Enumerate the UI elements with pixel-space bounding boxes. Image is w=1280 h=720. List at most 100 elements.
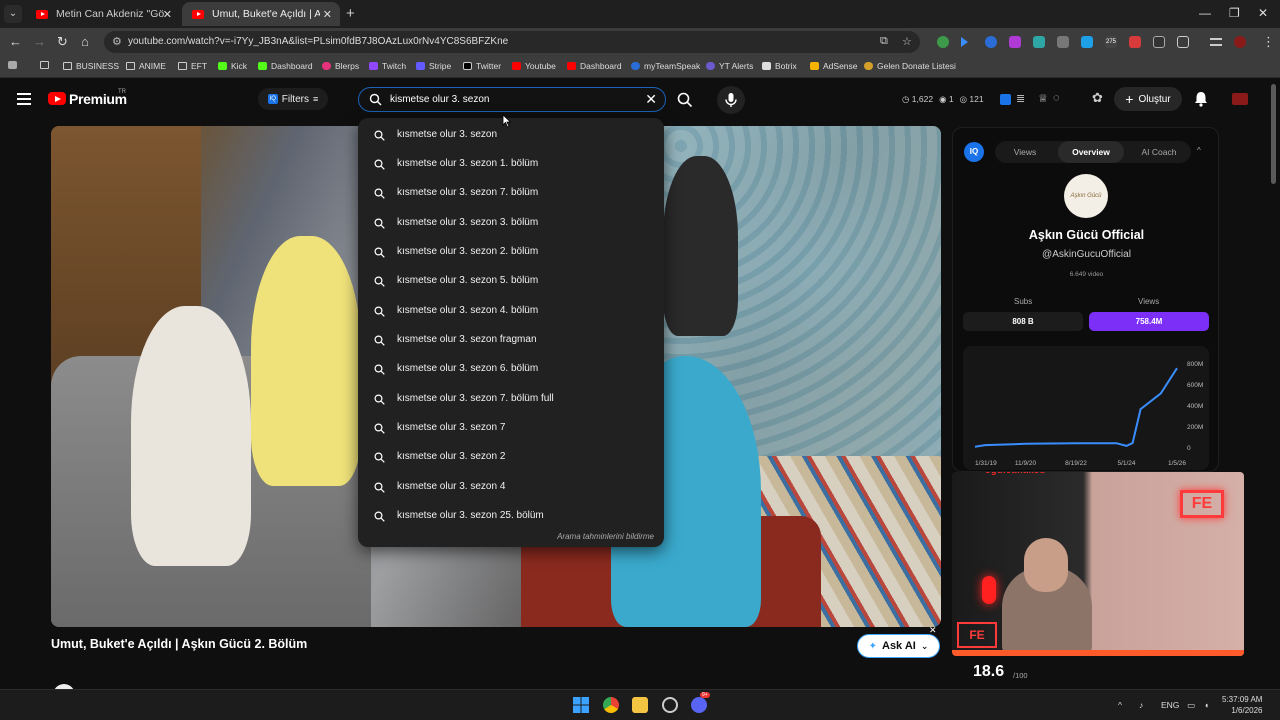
windows-start-icon[interactable] xyxy=(573,697,589,713)
apps-grid-icon[interactable] xyxy=(8,61,21,69)
bookmark-link[interactable]: Blerps xyxy=(322,61,359,71)
url-text[interactable]: youtube.com/watch?v=-i7Yy_JB3nA&list=PLs… xyxy=(128,36,508,47)
reading-list-icon[interactable] xyxy=(1210,38,1222,46)
minimize-window-button[interactable]: — xyxy=(1199,6,1211,20)
suggestion-item[interactable]: kısmetse olur 3. sezon fragman xyxy=(358,325,664,354)
extension-icon[interactable] xyxy=(961,37,968,47)
browser-menu-icon[interactable]: ⋮ xyxy=(1262,34,1275,50)
suggestion-item[interactable]: kısmetse olur 3. sezon 2. bölüm xyxy=(358,237,664,266)
search-button[interactable] xyxy=(672,87,698,113)
bookmark-link[interactable]: Twitch xyxy=(369,61,406,71)
suggestion-item[interactable]: kısmetse olur 3. sezon 6. bölüm xyxy=(358,354,664,383)
notifications-button[interactable] xyxy=(1193,90,1209,113)
bookmark-link[interactable]: myTeamSpeak xyxy=(631,61,700,71)
bookmark-link[interactable]: Botrix xyxy=(762,61,797,71)
bookmark-link[interactable]: Kick xyxy=(218,61,247,71)
address-bar[interactable]: ⚙ youtube.com/watch?v=-i7Yy_JB3nA&list=P… xyxy=(104,31,920,53)
suggestion-item[interactable]: kısmetse olur 3. sezon 4 xyxy=(358,472,664,501)
forward-arrow-icon[interactable]: → xyxy=(33,34,46,49)
back-arrow-icon[interactable]: ← xyxy=(9,34,22,49)
bookmark-link[interactable]: Twitter xyxy=(463,61,501,71)
volume-icon[interactable]: ◖ xyxy=(1204,700,1209,710)
account-avatar[interactable] xyxy=(1232,93,1248,105)
close-window-button[interactable]: ✕ xyxy=(1258,6,1268,20)
discord-icon[interactable]: 9+ xyxy=(691,692,710,713)
tab-ai-coach[interactable]: AI Coach xyxy=(1127,141,1191,163)
bookmark-link[interactable]: Dashboard xyxy=(567,61,622,71)
list-icon[interactable]: ≣ xyxy=(1016,92,1025,105)
bookmark-link[interactable]: Gelen Donate Listesi xyxy=(864,61,956,71)
restore-window-button[interactable]: ❐ xyxy=(1229,6,1240,20)
language-indicator[interactable]: ENG xyxy=(1161,700,1179,710)
extension-icon[interactable] xyxy=(1009,36,1021,48)
bookmark-link[interactable]: AdSense xyxy=(810,61,858,71)
extension-badge-icon[interactable]: 275 xyxy=(1105,36,1117,48)
browser-tab-active[interactable]: Umut, Buket'e Açıldı | Aşkın Gü ✕ xyxy=(182,2,340,26)
suggestion-item[interactable]: kısmetse olur 3. sezon 7 xyxy=(358,413,664,442)
voice-search-button[interactable] xyxy=(717,86,745,114)
suggestion-item[interactable]: kısmetse olur 3. sezon 1. bölüm xyxy=(358,149,664,178)
close-tab-icon[interactable]: ✕ xyxy=(163,8,172,21)
youtube-logo-icon[interactable] xyxy=(48,92,66,105)
site-info-icon[interactable]: ⚙ xyxy=(112,35,122,48)
search-input[interactable] xyxy=(390,92,630,107)
bookmark-link[interactable]: Stripe xyxy=(416,61,451,71)
suggestion-item[interactable]: kısmetse olur 3. sezon 4. bölüm xyxy=(358,296,664,325)
browser-tab[interactable]: Metin Can Akdeniz "Gönül İşin ✕ xyxy=(26,2,180,26)
trophy-icon[interactable]: ♕ xyxy=(1038,92,1048,105)
webcam-overlay: ogulcanaksu FE FE xyxy=(952,472,1244,656)
app-icon[interactable] xyxy=(662,697,678,713)
bookmark-folder[interactable]: ANIME xyxy=(126,61,166,71)
chrome-icon[interactable] xyxy=(603,697,619,713)
file-explorer-icon[interactable] xyxy=(632,697,648,713)
clear-search-icon[interactable]: ✕ xyxy=(645,91,657,108)
collapse-panel-icon[interactable]: ^ xyxy=(1197,146,1201,155)
reload-icon[interactable]: ↻ xyxy=(57,34,68,50)
filters-button[interactable]: IQ Filters ≡ xyxy=(258,88,328,110)
extension-icon[interactable] xyxy=(937,36,949,48)
install-app-icon[interactable]: ⧉ xyxy=(880,35,888,48)
bookmark-folder-all[interactable] xyxy=(40,61,53,69)
bookmark-folder[interactable]: EFT xyxy=(178,61,207,71)
network-icon[interactable]: ▭ xyxy=(1187,700,1195,711)
report-predictions-link[interactable]: Arama tahminlerini bildirme xyxy=(557,532,654,541)
extension-icon[interactable] xyxy=(985,36,997,48)
new-tab-button[interactable]: + xyxy=(346,5,355,22)
create-button[interactable]: + Oluştur xyxy=(1114,87,1182,111)
suggestion-item[interactable]: kısmetse olur 3. sezon 25. bölüm xyxy=(358,501,664,530)
ask-ai-button[interactable]: ✦ Ask AI ⌄ xyxy=(857,634,940,658)
extension-icon[interactable] xyxy=(1033,36,1045,48)
extension-icon[interactable] xyxy=(1129,36,1141,48)
tray-chevron-icon[interactable]: ^ xyxy=(1118,700,1122,710)
chat-icon[interactable]: ◌ xyxy=(1053,92,1060,104)
bookmark-link[interactable]: YT Alerts xyxy=(706,61,753,71)
tab-overview[interactable]: Overview xyxy=(1058,141,1124,163)
search-box[interactable]: ✕ xyxy=(358,87,666,112)
extensions-puzzle-icon[interactable] xyxy=(1177,36,1189,48)
extension-icon[interactable] xyxy=(1153,36,1165,48)
bookmark-star-icon[interactable]: ☆ xyxy=(902,35,912,48)
iq-icon[interactable] xyxy=(1000,94,1011,105)
suggestion-item[interactable]: kısmetse olur 3. sezon 7. bölüm xyxy=(358,178,664,207)
menu-hamburger-icon[interactable] xyxy=(17,93,31,108)
suggestion-item[interactable]: kısmetse olur 3. sezon 3. bölüm xyxy=(358,208,664,237)
settings-gear-icon[interactable]: ✿ xyxy=(1092,90,1103,106)
tab-views[interactable]: Views xyxy=(995,141,1055,163)
profile-avatar-icon[interactable] xyxy=(1234,36,1246,48)
suggestion-item[interactable]: kısmetse olur 3. sezon 2 xyxy=(358,442,664,471)
tab-search-button[interactable]: ⌄ xyxy=(4,5,22,23)
channel-avatar[interactable]: Aşkın Gücü xyxy=(1064,174,1108,218)
close-tab-icon[interactable]: ✕ xyxy=(323,8,332,21)
bookmark-link[interactable]: Youtube xyxy=(512,61,556,71)
bookmark-folder[interactable]: BUSINESS xyxy=(63,61,119,71)
suggestion-item[interactable]: kısmetse olur 3. sezon 7. bölüm full xyxy=(358,384,664,413)
bookmark-link[interactable]: Dashboard xyxy=(258,61,313,71)
home-icon[interactable]: ⌂ xyxy=(81,34,89,49)
extension-icon[interactable] xyxy=(1057,36,1069,48)
page-scrollbar[interactable] xyxy=(1271,84,1276,184)
streamer-logo-small-icon: FE xyxy=(957,622,997,648)
system-clock[interactable]: 5:37:09 AM 1/6/2026 xyxy=(1222,694,1262,716)
suggestion-item[interactable]: kısmetse olur 3. sezon 5. bölüm xyxy=(358,266,664,295)
microphone-tray-icon[interactable]: ♪ xyxy=(1139,700,1143,710)
extension-icon[interactable] xyxy=(1081,36,1093,48)
